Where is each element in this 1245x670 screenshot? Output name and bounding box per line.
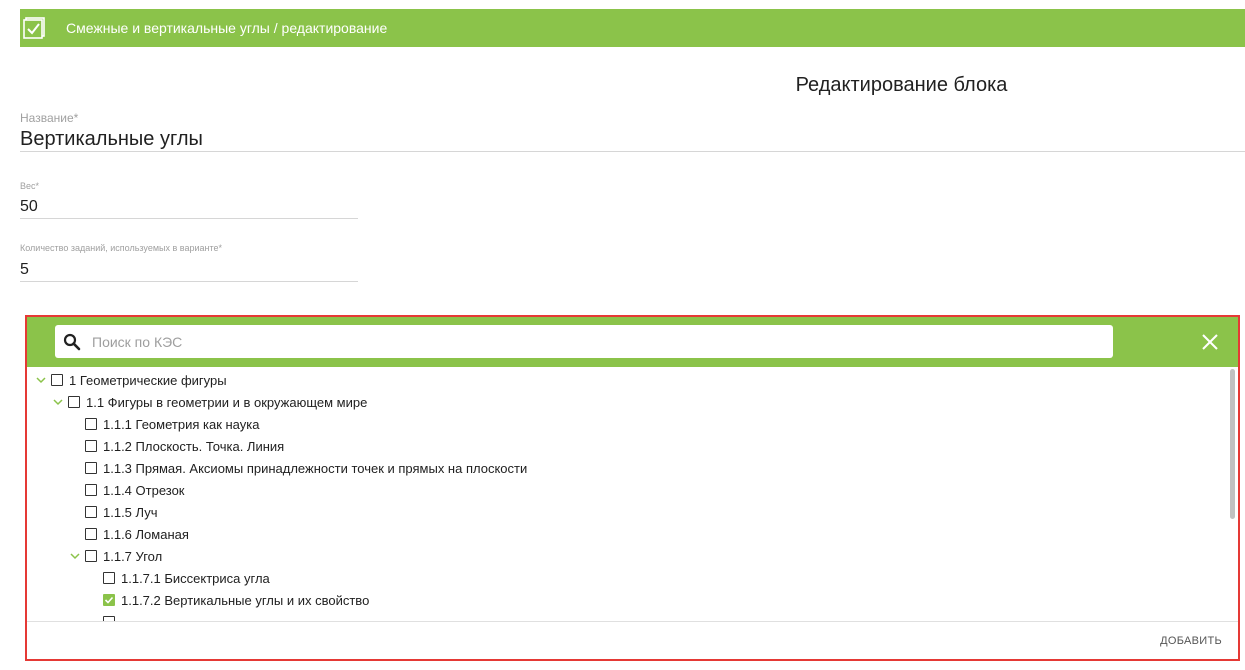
page-title: Редактирование блока: [0, 74, 1245, 97]
tree-item[interactable]: 1.1.7 Угол: [69, 545, 162, 567]
tree-item-checkbox[interactable]: [68, 396, 80, 408]
tasks-count-field[interactable]: Количество заданий, используемых в вариа…: [20, 238, 358, 282]
checkbox-logo-icon: [22, 16, 46, 40]
tree-item[interactable]: 1.1 Фигуры в геометрии и в окружающем ми…: [52, 391, 367, 413]
weight-field-label: Вес*: [20, 181, 40, 191]
tree-item-checkbox-checked[interactable]: [103, 594, 115, 606]
weight-field-value[interactable]: 50: [20, 198, 38, 216]
add-button[interactable]: ДОБАВИТЬ: [1160, 635, 1222, 647]
tree-item-label: 1.1.1 Геометрия как наука: [103, 416, 260, 432]
tree-item[interactable]: 1.1.3 Прямая. Аксиомы принадлежности точ…: [85, 457, 527, 479]
tree-item-partial[interactable]: [103, 611, 121, 621]
kes-search-box[interactable]: [55, 325, 1113, 358]
tree-scrollbar[interactable]: [1230, 369, 1235, 519]
tree-item[interactable]: 1.1.4 Отрезок: [85, 479, 185, 501]
tree-item[interactable]: 1.1.5 Луч: [85, 501, 157, 523]
tree-item-checkbox[interactable]: [85, 418, 97, 430]
tree-item-checkbox[interactable]: [85, 528, 97, 540]
tree-item-label: 1 Геометрические фигуры: [69, 372, 227, 388]
search-icon: [62, 332, 82, 352]
top-bar: Смежные и вертикальные углы / редактиров…: [20, 9, 1245, 47]
tree-item-checkbox[interactable]: [85, 550, 97, 562]
tree-item-label: 1.1.7 Угол: [103, 548, 163, 564]
tree-item-checkbox[interactable]: [51, 374, 63, 386]
tree-item-label: 1.1.7.2 Вертикальные углы и их свойство: [121, 592, 370, 608]
tree-item-label: 1.1.6 Ломаная: [103, 526, 189, 542]
chevron-down-icon[interactable]: [69, 550, 81, 562]
kes-panel-footer: ДОБАВИТЬ: [27, 621, 1238, 659]
tree-item[interactable]: 1.1.6 Ломаная: [85, 523, 189, 545]
name-field-value[interactable]: Вертикальные углы: [20, 128, 203, 151]
kes-panel-header: [27, 317, 1238, 367]
tree-item[interactable]: 1.1.7.2 Вертикальные углы и их свойство: [103, 589, 369, 611]
chevron-down-icon[interactable]: [35, 374, 47, 386]
tree-item[interactable]: 1.1.7.1 Биссектриса угла: [103, 567, 270, 589]
tree-item-label: 1.1.3 Прямая. Аксиомы принадлежности точ…: [103, 460, 528, 476]
close-icon[interactable]: [1198, 330, 1222, 354]
tree-item-checkbox[interactable]: [85, 462, 97, 474]
tree-item-checkbox[interactable]: [85, 484, 97, 496]
tree-item-label: 1.1.2 Плоскость. Точка. Линия: [103, 438, 285, 454]
weight-field[interactable]: Вес* 50: [20, 176, 358, 219]
tree-item[interactable]: 1.1.1 Геометрия как наука: [85, 413, 259, 435]
tree-item-checkbox[interactable]: [85, 440, 97, 452]
kes-selection-panel: 1 Геометрические фигуры 1.1 Фигуры в гео…: [25, 315, 1240, 661]
tree-item-label: 1.1.4 Отрезок: [103, 482, 185, 498]
name-field-label: Название*: [20, 111, 79, 125]
name-field[interactable]: Название* Вертикальные углы: [20, 106, 1245, 152]
kes-search-input[interactable]: [90, 327, 1090, 356]
tasks-count-field-value[interactable]: 5: [20, 261, 29, 279]
tasks-count-field-label: Количество заданий, используемых в вариа…: [20, 243, 222, 253]
breadcrumb-title: Смежные и вертикальные углы / редактиров…: [66, 20, 388, 36]
tree-item-checkbox[interactable]: [85, 506, 97, 518]
page-title-text: Редактирование блока: [795, 74, 1008, 96]
tree-item-label: 1.1 Фигуры в геометрии и в окружающем ми…: [86, 394, 368, 410]
kes-tree: 1 Геометрические фигуры 1.1 Фигуры в гео…: [27, 367, 1238, 621]
tree-item-checkbox[interactable]: [103, 572, 115, 584]
tree-item-label: 1.1.7.1 Биссектриса угла: [121, 570, 270, 586]
chevron-down-icon[interactable]: [52, 396, 64, 408]
tree-item[interactable]: 1 Геометрические фигуры: [35, 369, 227, 391]
tree-item[interactable]: 1.1.2 Плоскость. Точка. Линия: [85, 435, 284, 457]
tree-item-label: 1.1.5 Луч: [103, 504, 158, 520]
